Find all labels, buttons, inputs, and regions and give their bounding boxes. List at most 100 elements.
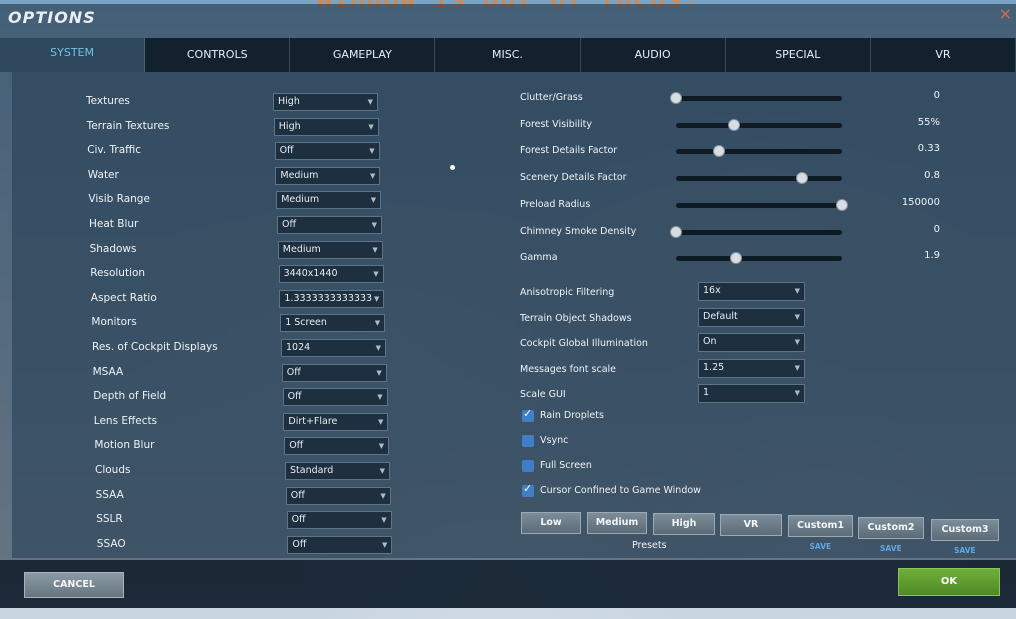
setting-row-clouds: Clouds Standard ▼ — [95, 461, 395, 481]
slider-thumb[interactable] — [836, 198, 848, 211]
dropdown-value: Off — [286, 366, 301, 378]
slider-thumb[interactable] — [670, 92, 682, 104]
setting-row-terrain-object-shadows: Terrain Object Shadows Default ▼ — [520, 307, 820, 328]
save-link-custom3[interactable]: SAVE — [954, 546, 976, 555]
setting-row-aspect-ratio: Aspect Ratio 1.3333333333333 ▼ — [91, 289, 391, 309]
slider-track-forest-details-factor[interactable] — [676, 145, 842, 158]
checkbox-full-screen[interactable] — [522, 460, 534, 472]
tab-controls[interactable]: CONTROLS — [145, 38, 291, 72]
dropdown-depth-of-field[interactable]: Off ▼ — [282, 388, 388, 407]
dropdown-lens-effects[interactable]: Dirt+Flare ▼ — [283, 412, 389, 431]
slider-track-gamma[interactable] — [676, 252, 842, 265]
checkbox-rain-droplets[interactable] — [522, 407, 534, 422]
tab-system[interactable]: SYSTEM — [0, 38, 146, 72]
preset-button-high[interactable]: High — [653, 513, 715, 535]
setting-row-heat-blur: Heat Blur Off ▼ — [89, 215, 389, 235]
checkbox-label[interactable]: Full Screen — [540, 460, 592, 471]
slider-label: Chimney Smoke Density — [520, 225, 637, 237]
dropdown-scale-gui[interactable]: 1 ▼ — [698, 384, 805, 403]
preset-button-low[interactable]: Low — [521, 512, 581, 534]
dropdown-terrain-object-shadows[interactable]: Default ▼ — [698, 307, 805, 327]
slider-label: Preload Radius — [520, 198, 591, 210]
setting-row-sslr: SSLR Off ▼ — [96, 510, 396, 530]
preset-button-custom3[interactable]: Custom3 — [931, 519, 999, 541]
slider-label: Clutter/Grass — [520, 92, 583, 103]
cancel-button[interactable]: CANCEL — [24, 572, 124, 598]
setting-label: Heat Blur — [89, 218, 139, 230]
chevron-down-icon: ▼ — [370, 196, 377, 205]
setting-label: Lens Effects — [93, 414, 158, 427]
slider-row-preload-radius: Preload Radius 150000 — [520, 195, 940, 215]
tab-special[interactable]: SPECIAL — [726, 38, 871, 72]
dropdown-motion-blur[interactable]: Off ▼ — [284, 437, 390, 456]
tab-vr[interactable]: VR — [871, 38, 1016, 72]
preset-button-custom1[interactable]: Custom1 — [788, 515, 853, 537]
tab-audio[interactable]: AUDIO — [581, 38, 726, 72]
checkbox-label[interactable]: Cursor Confined to Game Window — [540, 485, 701, 496]
dropdown-value: Off — [289, 440, 304, 452]
window-title: OPTIONS — [8, 8, 96, 27]
dropdown-cockpit-global-illumination[interactable]: On ▼ — [698, 333, 805, 352]
dropdown-aspect-ratio[interactable]: 1.3333333333333 ▼ — [279, 289, 385, 308]
slider-thumb[interactable] — [728, 118, 741, 131]
dropdown-textures[interactable]: High ▼ — [273, 93, 378, 111]
dropdown-clouds[interactable]: Standard ▼ — [285, 462, 390, 480]
checkbox-vsync[interactable] — [522, 435, 534, 447]
setting-row-shadows: Shadows Medium ▼ — [90, 240, 390, 260]
chevron-down-icon: ▼ — [794, 389, 800, 397]
dropdown-res-of-cockpit-displays[interactable]: 1024 ▼ — [281, 339, 386, 357]
dropdown-monitors[interactable]: 1 Screen ▼ — [280, 314, 386, 333]
chevron-down-icon: ▼ — [376, 368, 382, 377]
checkbox-label[interactable]: Vsync — [540, 435, 568, 446]
close-icon[interactable]: × — [999, 4, 1012, 23]
dropdown-value: Standard — [290, 465, 334, 476]
dropdown-sslr[interactable]: Off ▼ — [286, 511, 392, 530]
preset-button-custom2[interactable]: Custom2 — [858, 517, 924, 539]
mouse-cursor — [450, 165, 455, 170]
dropdown-anisotropic-filtering[interactable]: 16x ▼ — [698, 282, 805, 301]
chevron-down-icon: ▼ — [794, 338, 800, 346]
preset-button-medium[interactable]: Medium — [587, 512, 647, 534]
slider-label: Gamma — [520, 252, 558, 264]
chevron-down-icon: ▼ — [794, 363, 800, 372]
dropdown-civ-traffic[interactable]: Off ▼ — [274, 142, 380, 161]
slider-thumb[interactable] — [713, 145, 726, 158]
slider-track-forest-visibility[interactable] — [676, 118, 842, 131]
preset-button-vr[interactable]: VR — [720, 514, 782, 536]
dropdown-water[interactable]: Medium ▼ — [275, 166, 381, 185]
setting-label: Water — [87, 168, 119, 181]
dropdown-terrain-textures[interactable]: High ▼ — [273, 117, 379, 136]
slider-thumb[interactable] — [729, 252, 742, 265]
slider-track-preload-radius[interactable] — [676, 198, 848, 211]
save-link-custom2[interactable]: SAVE — [880, 544, 902, 553]
dropdown-messages-font-scale[interactable]: 1.25 ▼ — [698, 358, 805, 378]
footer-bar — [0, 560, 1016, 608]
slider-row-clutter-grass: Clutter/Grass 0 — [520, 88, 940, 108]
setting-row-lens-effects: Lens Effects Dirt+Flare ▼ — [94, 412, 394, 432]
chevron-down-icon: ▼ — [377, 393, 383, 402]
slider-track-scenery-details-factor[interactable] — [676, 172, 842, 185]
dropdown-visib-range[interactable]: Medium ▼ — [276, 191, 382, 210]
ok-button[interactable]: OK — [898, 568, 1000, 596]
dropdown-shadows[interactable]: Medium ▼ — [277, 240, 383, 259]
tab-gameplay[interactable]: GAMEPLAY — [290, 38, 436, 72]
chevron-down-icon: ▼ — [367, 98, 373, 106]
dropdown-resolution[interactable]: 3440x1440 ▼ — [278, 265, 384, 284]
setting-row-textures: Textures High ▼ — [86, 92, 386, 112]
save-link-custom1[interactable]: SAVE — [810, 542, 832, 551]
dropdown-value: 1 — [703, 387, 710, 398]
tab-misc[interactable]: MISC. — [435, 38, 581, 72]
slider-thumb[interactable] — [670, 225, 682, 238]
dropdown-ssaa[interactable]: Off ▼ — [285, 486, 391, 505]
slider-value: 1.9 — [924, 250, 940, 262]
checkbox-cursor-confined-to-game-window[interactable] — [522, 482, 534, 497]
slider-thumb[interactable] — [796, 172, 809, 185]
checkbox-label[interactable]: Rain Droplets — [540, 410, 604, 421]
dropdown-value: 1.25 — [703, 361, 725, 373]
slider-track-chimney-smoke-density[interactable] — [670, 225, 842, 238]
slider-value: 0 — [933, 90, 940, 101]
dropdown-heat-blur[interactable]: Off ▼ — [277, 216, 382, 234]
dropdown-msaa[interactable]: Off ▼ — [281, 363, 387, 382]
slider-track-clutter-grass[interactable] — [670, 92, 842, 104]
dropdown-ssao[interactable]: Off ▼ — [287, 535, 393, 554]
